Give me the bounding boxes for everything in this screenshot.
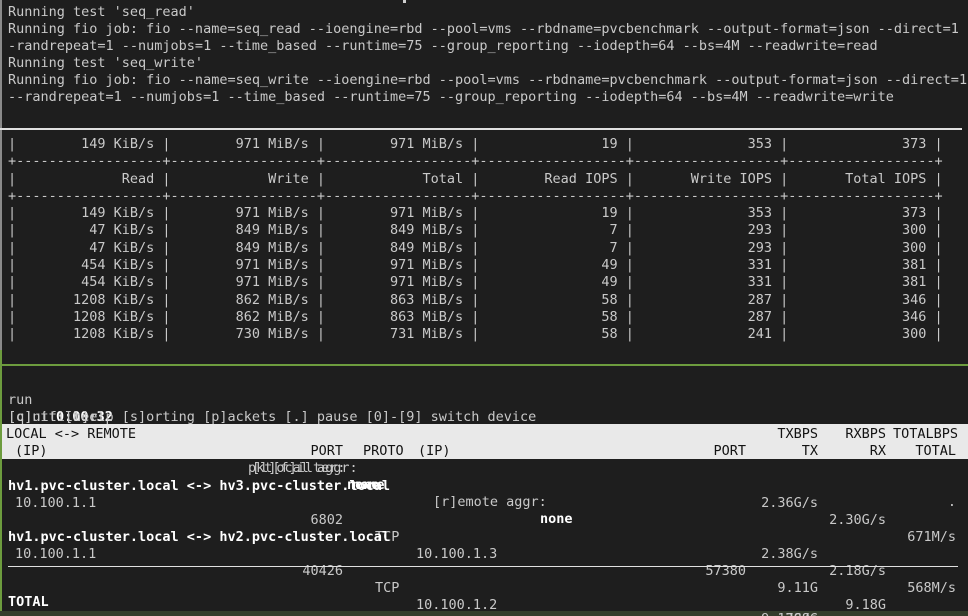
header-tx: TX [802,443,818,460]
connection-local-ip: 10.100.1.1 [15,546,96,563]
header-rx: RX [870,443,886,460]
connection-row-detail: 10.100.1.1 6802 TCP 10.100.1.3 57380 9.1… [0,478,968,495]
fio-log-line: Running fio job: fio --name=seq_read --i… [8,21,968,38]
header-local-port: PORT [310,443,343,460]
benchmark-results-table: | 149 KiB/s | 971 MiB/s | 971 MiB/s | 19… [8,136,943,344]
fio-log-line: Running test 'seq_write' [8,55,203,72]
fio-log-line: Running fio job: fio --name=seq_write --… [8,72,967,89]
remote-aggr-label: [r]emote aggr: [433,494,547,511]
header-rxbps: RXBPS [845,426,886,443]
jnettop-status-line-1: run 0:00:32 device bond0 pkt[f]ilter: no… [0,375,968,392]
connection-remote-ip: 10.100.1.3 [416,546,497,563]
connection-local-ip: 10.100.1.1 [15,495,96,512]
pane-separator-active [0,364,968,366]
totals-divider [8,566,958,567]
activity-indicator: . [948,494,956,511]
header-remote-ip: (IP) [418,443,451,460]
header-remote-port: PORT [713,443,746,460]
connection-row-detail: 10.100.1.1 40426 TCP 10.100.1.2 6802 9.1… [0,529,968,546]
pane-border-left-top [0,0,2,350]
connection-row-hosts: hv1.pvc-cluster.local <-> hv2.pvc-cluste… [0,512,968,529]
jnettop-status-line-2: [c]ntfilter: on [b]ps=bits/s [l]ocal agg… [0,392,968,409]
header-proto: PROTO [363,443,404,460]
connection-row-hosts: hv1.pvc-cluster.local <-> hv3.pvc-cluste… [0,461,968,478]
connection-tx-rate: 2.36G/s [761,495,818,512]
header-local-ip: (IP) [15,443,48,460]
header-local-remote: LOCAL <-> REMOTE [6,426,136,443]
header-total: TOTAL [915,443,956,460]
pane-separator-top [0,128,962,130]
jnettop-header-bar: LOCAL <-> REMOTE TXBPS RXBPS TOTALBPS (I… [2,424,968,459]
terminal-window: Running test 'seq_read' Running fio job:… [0,0,968,616]
fio-log-line: -randrepeat=1 --numjobs=1 --time_based -… [8,38,878,55]
totals-rate-row: TOTAL 9.17G/s 4.53G/s 13.7G/s [0,577,968,594]
connection-tx-rate: 2.38G/s [761,546,818,563]
totals-tx-volume: 288G [785,611,818,616]
header-totalbps: TOTALBPS [893,426,958,443]
scrolled-text-fragment [403,0,406,3]
header-txbps: TXBPS [777,426,818,443]
fio-log-line: --randrepeat=1 --numjobs=1 --time_based … [8,89,894,106]
totals-volume-row: 288G 145G 433G [0,594,968,611]
fio-log-line: Running test 'seq_read' [8,4,195,21]
